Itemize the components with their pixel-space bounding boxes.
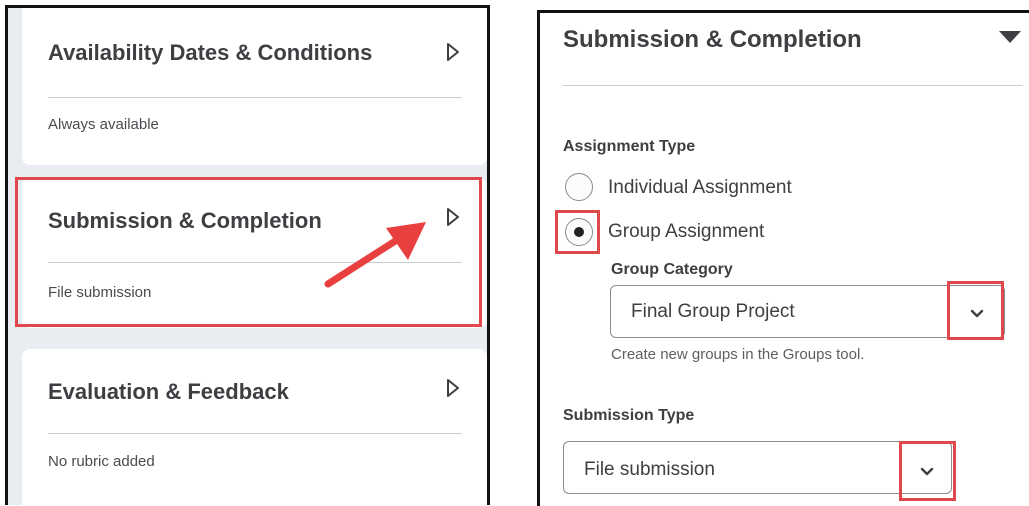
triangle-down-icon[interactable] xyxy=(998,30,1022,49)
submission-type-value: File submission xyxy=(584,459,715,480)
highlight-box-group-radio xyxy=(555,210,600,254)
submission-type-select[interactable]: File submission xyxy=(563,441,952,494)
submission-completion-panel: Submission & Completion Assignment Type … xyxy=(537,10,1029,506)
highlight-box-group-dropdown xyxy=(947,281,1004,340)
card-divider xyxy=(48,97,462,98)
card-evaluation-feedback[interactable]: Evaluation & Feedback No rubric added xyxy=(22,349,487,505)
group-category-select[interactable]: Final Group Project xyxy=(610,285,1005,338)
card-summary: No rubric added xyxy=(48,453,155,470)
group-category-value: Final Group Project xyxy=(631,301,795,322)
panel-title: Submission & Completion xyxy=(563,26,862,53)
card-title: Availability Dates & Conditions xyxy=(48,40,373,65)
assignment-type-label: Assignment Type xyxy=(563,138,696,155)
group-category-help: Create new groups in the Groups tool. xyxy=(611,346,865,363)
radio-individual-assignment[interactable] xyxy=(565,173,593,201)
card-title: Evaluation & Feedback xyxy=(48,379,289,404)
radio-label-individual[interactable]: Individual Assignment xyxy=(608,177,792,199)
panel-divider xyxy=(563,85,1023,86)
radio-label-group[interactable]: Group Assignment xyxy=(608,221,764,243)
highlight-box-submission-dropdown xyxy=(899,441,956,501)
submission-type-label: Submission Type xyxy=(563,407,695,424)
card-summary: Always available xyxy=(48,116,159,133)
card-availability[interactable]: Availability Dates & Conditions Always a… xyxy=(22,8,487,165)
group-category-label: Group Category xyxy=(611,261,733,278)
pointer-arrow-icon xyxy=(324,222,426,288)
card-divider xyxy=(48,433,462,434)
